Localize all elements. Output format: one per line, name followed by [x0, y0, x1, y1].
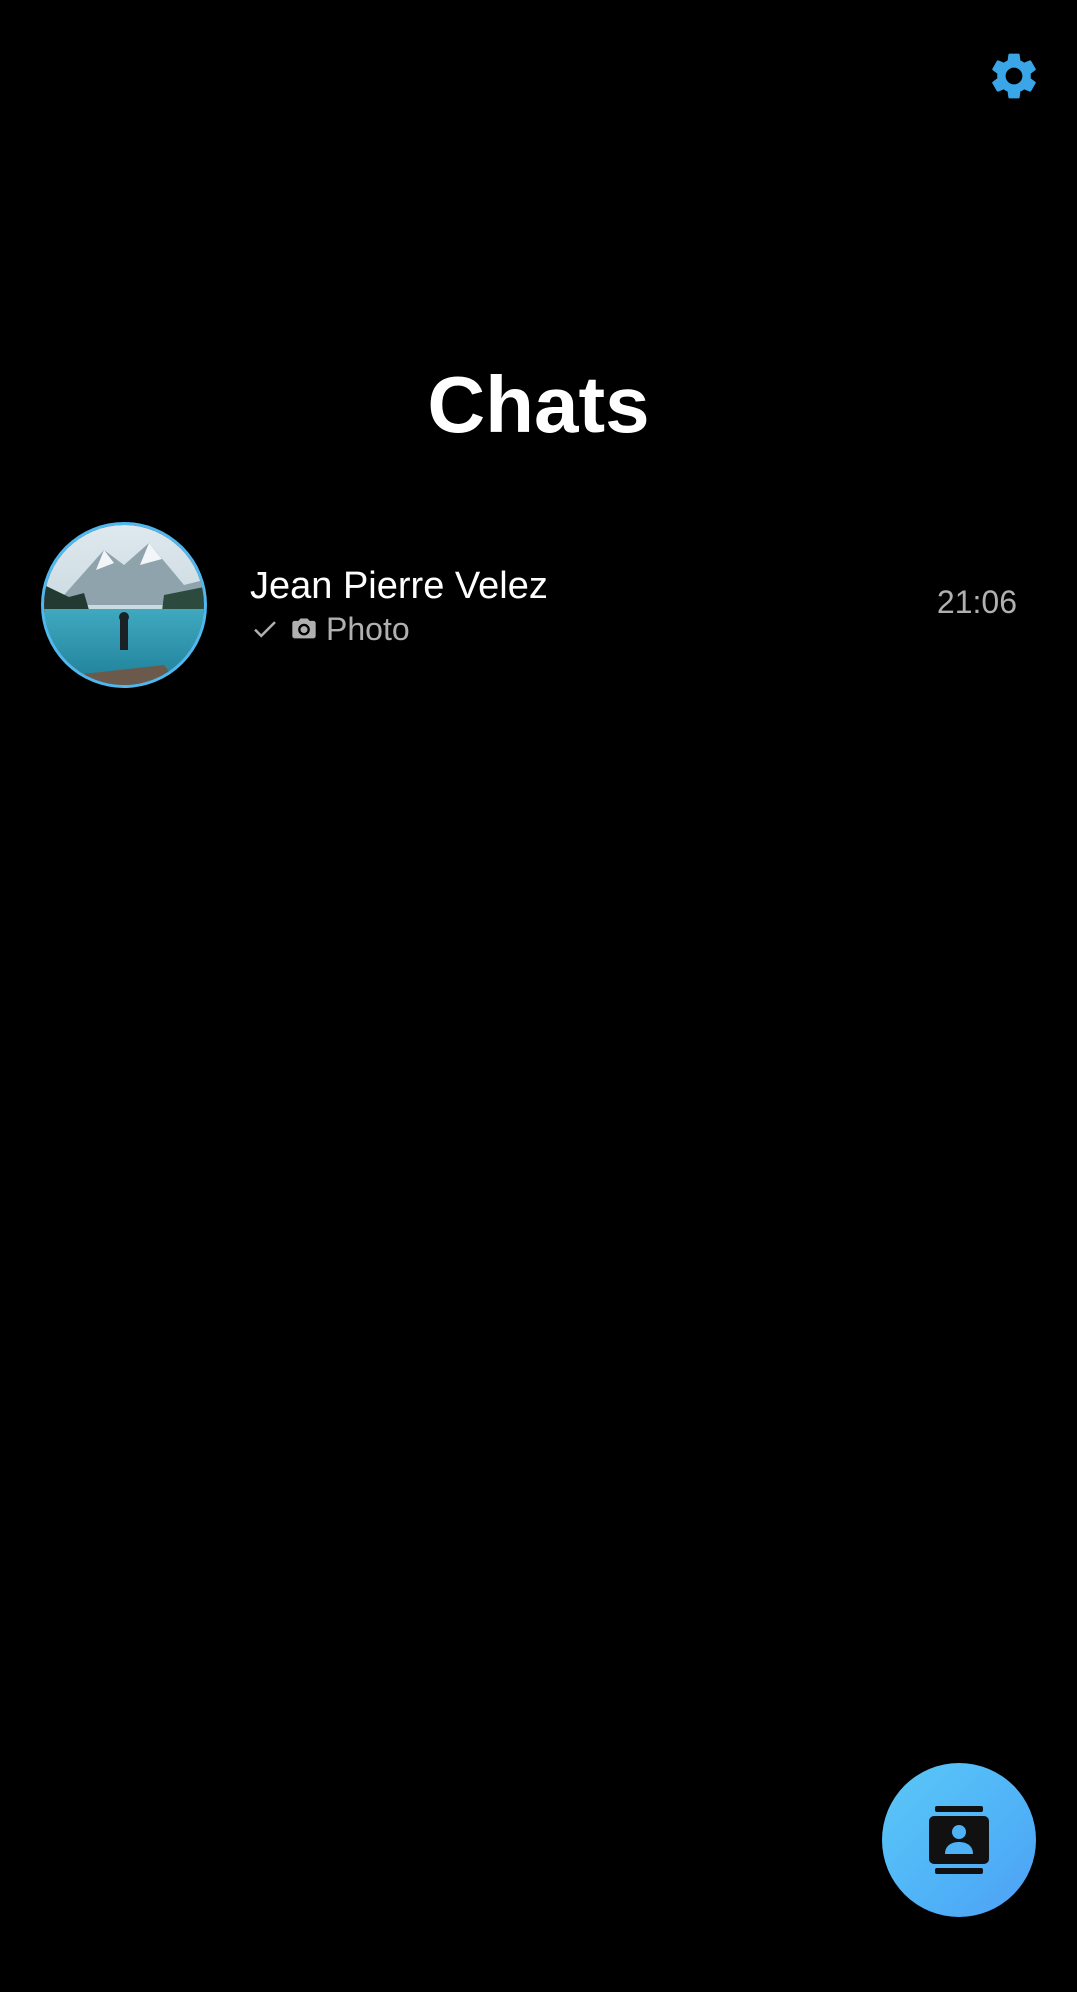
- check-icon: [250, 614, 280, 644]
- gear-icon: [986, 48, 1042, 104]
- chat-last-message: Photo: [250, 609, 410, 649]
- page-title: Chats: [427, 360, 650, 449]
- contacts-icon: [929, 1806, 989, 1874]
- contacts-button[interactable]: [882, 1763, 1036, 1917]
- settings-button[interactable]: [983, 45, 1045, 107]
- avatar[interactable]: [41, 522, 207, 688]
- chat-list-item[interactable]: Jean Pierre Velez Photo 21:06: [0, 515, 1077, 695]
- chat-name: Jean Pierre Velez: [250, 565, 548, 607]
- chat-preview-text: Photo: [326, 610, 410, 647]
- chat-timestamp: 21:06: [936, 584, 1017, 620]
- camera-icon: [290, 615, 318, 643]
